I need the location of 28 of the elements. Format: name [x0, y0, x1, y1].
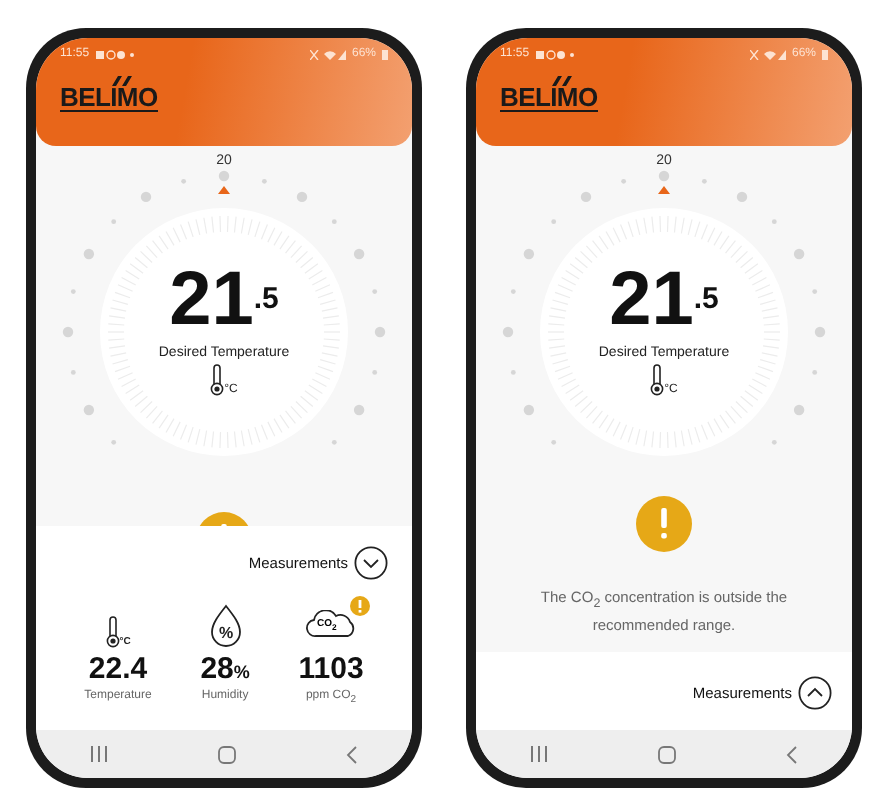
signal-icons	[309, 49, 346, 59]
home-button[interactable]	[657, 745, 676, 763]
chevron-up-icon	[798, 676, 832, 710]
logo-mark	[112, 76, 136, 86]
recents-button[interactable]	[530, 746, 549, 762]
alert-badge	[349, 595, 370, 616]
status-icons	[535, 49, 576, 59]
logo-mark	[552, 76, 576, 86]
recents-button[interactable]	[90, 746, 109, 762]
percent-sign: %	[217, 623, 233, 642]
chevron-down-icon	[354, 545, 388, 580]
battery-icon	[822, 49, 828, 59]
measurement-value: 22.4	[88, 651, 148, 686]
status-icons	[95, 49, 136, 59]
cloud-icon	[305, 609, 358, 638]
signal-icons	[749, 49, 786, 59]
battery-icon	[382, 49, 388, 59]
warning-icon	[636, 496, 692, 552]
brand-logo: BELIMO	[60, 84, 158, 112]
home-button[interactable]	[217, 745, 236, 763]
brand-logo: BELIMO	[500, 84, 598, 112]
thermometer-icon	[105, 615, 120, 648]
back-button[interactable]	[345, 745, 358, 763]
measurement-value: 28%	[200, 651, 250, 686]
measurement-value: 1103	[298, 651, 364, 686]
back-button[interactable]	[785, 745, 798, 763]
thermometer-icon	[650, 363, 665, 395]
thermometer-icon	[210, 363, 225, 395]
